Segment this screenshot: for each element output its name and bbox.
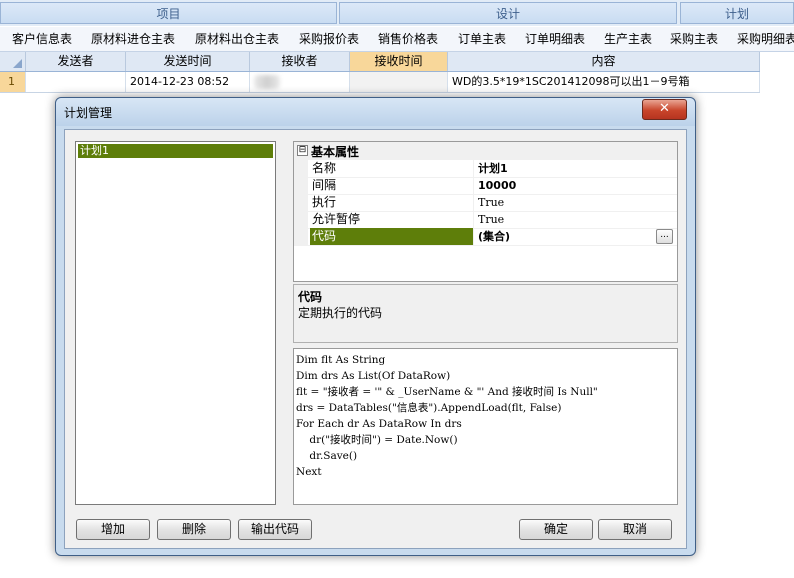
close-button[interactable]: ✕	[642, 99, 687, 120]
cell-receive-time[interactable]	[350, 72, 448, 92]
table-row[interactable]: 1 2014-12-23 08:52 WD的3.5*19*1SC20141209…	[0, 72, 760, 93]
cell-receiver[interactable]	[250, 72, 350, 92]
property-value[interactable]: 计划1	[478, 160, 668, 177]
group-project[interactable]: 项目	[0, 2, 337, 24]
cell-content[interactable]: WD的3.5*19*1SC201412098可以出1－9号箱	[448, 72, 760, 92]
ribbon-group-bar: 项目 设计 计划	[0, 0, 794, 26]
code-line: Next	[296, 466, 322, 478]
code-editor[interactable]: Dim flt As String Dim drs As List(Of Dat…	[293, 348, 678, 505]
tab-purchase-detail[interactable]: 采购明细表	[737, 27, 794, 51]
code-line: dr.Save()	[296, 450, 358, 462]
cancel-button[interactable]: 取消	[598, 519, 672, 540]
tab-production[interactable]: 生产主表	[604, 27, 652, 51]
dialog-titlebar[interactable]: 计划管理 ✕	[56, 98, 695, 126]
grid-header: 发送者 发送时间 接收者 接收时间 内容	[0, 52, 760, 72]
tab-order-detail[interactable]: 订单明细表	[525, 27, 585, 51]
description-text: 定期执行的代码	[298, 306, 383, 320]
property-row-code[interactable]: 代码 (集合) ...	[308, 228, 677, 246]
code-line: For Each dr As DataRow In drs	[296, 418, 462, 430]
code-line: dr("接收时间") = Date.Now()	[296, 434, 458, 446]
tab-sales-price[interactable]: 销售价格表	[378, 27, 438, 51]
plan-list[interactable]: 计划1	[75, 141, 276, 505]
property-category[interactable]: ⊟ 基本属性	[294, 142, 677, 160]
description-title: 代码	[298, 290, 323, 304]
column-receive-time[interactable]: 接收时间	[350, 52, 448, 71]
code-line: drs = DataTables("信息表").AppendLoad(flt, …	[296, 402, 562, 414]
row-number[interactable]: 1	[0, 72, 26, 92]
property-row-name[interactable]: 名称 计划1	[308, 160, 677, 178]
code-line: Dim drs As List(Of DataRow)	[296, 370, 451, 382]
table-tab-bar: 客户信息表 原材料进仓主表 原材料出仓主表 采购报价表 销售价格表 订单主表 订…	[0, 27, 794, 52]
column-send-time[interactable]: 发送时间	[126, 52, 250, 71]
column-receiver[interactable]: 接收者	[250, 52, 350, 71]
collapse-icon[interactable]: ⊟	[297, 145, 308, 156]
property-row-allow-pause[interactable]: 允许暂停 True	[308, 211, 677, 229]
redacted-receiver	[254, 75, 280, 89]
tab-purchase-main[interactable]: 采购主表	[670, 27, 718, 51]
property-row-execute[interactable]: 执行 True	[308, 194, 677, 212]
column-sender[interactable]: 发送者	[26, 52, 126, 71]
code-line: flt = "接收者 = '" & _UserName & "' And 接收时…	[296, 386, 598, 398]
property-value[interactable]: (集合)	[478, 228, 668, 245]
tab-customer-info[interactable]: 客户信息表	[12, 27, 72, 51]
cell-sender[interactable]	[26, 72, 126, 92]
plan-manager-dialog: 计划管理 ✕ 计划1 ⊟ 基本属性 名称 计划1 间隔 10000 执行 Tru…	[55, 97, 696, 556]
property-row-interval[interactable]: 间隔 10000	[308, 177, 677, 195]
column-content[interactable]: 内容	[448, 52, 760, 71]
property-value[interactable]: True	[478, 211, 668, 228]
ellipsis-button[interactable]: ...	[656, 229, 673, 244]
tab-material-out[interactable]: 原材料出仓主表	[195, 27, 279, 51]
property-name: 允许暂停	[310, 211, 474, 228]
delete-button[interactable]: 删除	[157, 519, 231, 540]
property-name: 代码	[310, 228, 474, 245]
property-name: 名称	[310, 160, 474, 177]
group-design[interactable]: 设计	[339, 2, 677, 24]
select-all-corner[interactable]	[0, 52, 26, 71]
dialog-client-area: 计划1 ⊟ 基本属性 名称 计划1 间隔 10000 执行 True 允许暂停	[64, 129, 687, 549]
property-value[interactable]: True	[478, 194, 668, 211]
tab-purchase-quote[interactable]: 采购报价表	[299, 27, 359, 51]
cell-send-time[interactable]: 2014-12-23 08:52	[126, 72, 250, 92]
property-gutter	[294, 160, 308, 246]
property-grid[interactable]: ⊟ 基本属性 名称 计划1 间隔 10000 执行 True 允许暂停 True…	[293, 141, 678, 282]
category-label: 基本属性	[311, 145, 360, 159]
dialog-title: 计划管理	[64, 106, 113, 120]
group-plan[interactable]: 计划	[680, 2, 794, 24]
tab-order-main[interactable]: 订单主表	[458, 27, 506, 51]
export-code-button[interactable]: 输出代码	[238, 519, 312, 540]
property-description: 代码 定期执行的代码	[293, 284, 678, 343]
ok-button[interactable]: 确定	[519, 519, 593, 540]
property-name: 执行	[310, 194, 474, 211]
code-line: Dim flt As String	[296, 354, 386, 366]
tab-material-in[interactable]: 原材料进仓主表	[91, 27, 175, 51]
list-item[interactable]: 计划1	[78, 144, 273, 158]
property-value[interactable]: 10000	[478, 177, 668, 194]
property-name: 间隔	[310, 177, 474, 194]
add-button[interactable]: 增加	[76, 519, 150, 540]
